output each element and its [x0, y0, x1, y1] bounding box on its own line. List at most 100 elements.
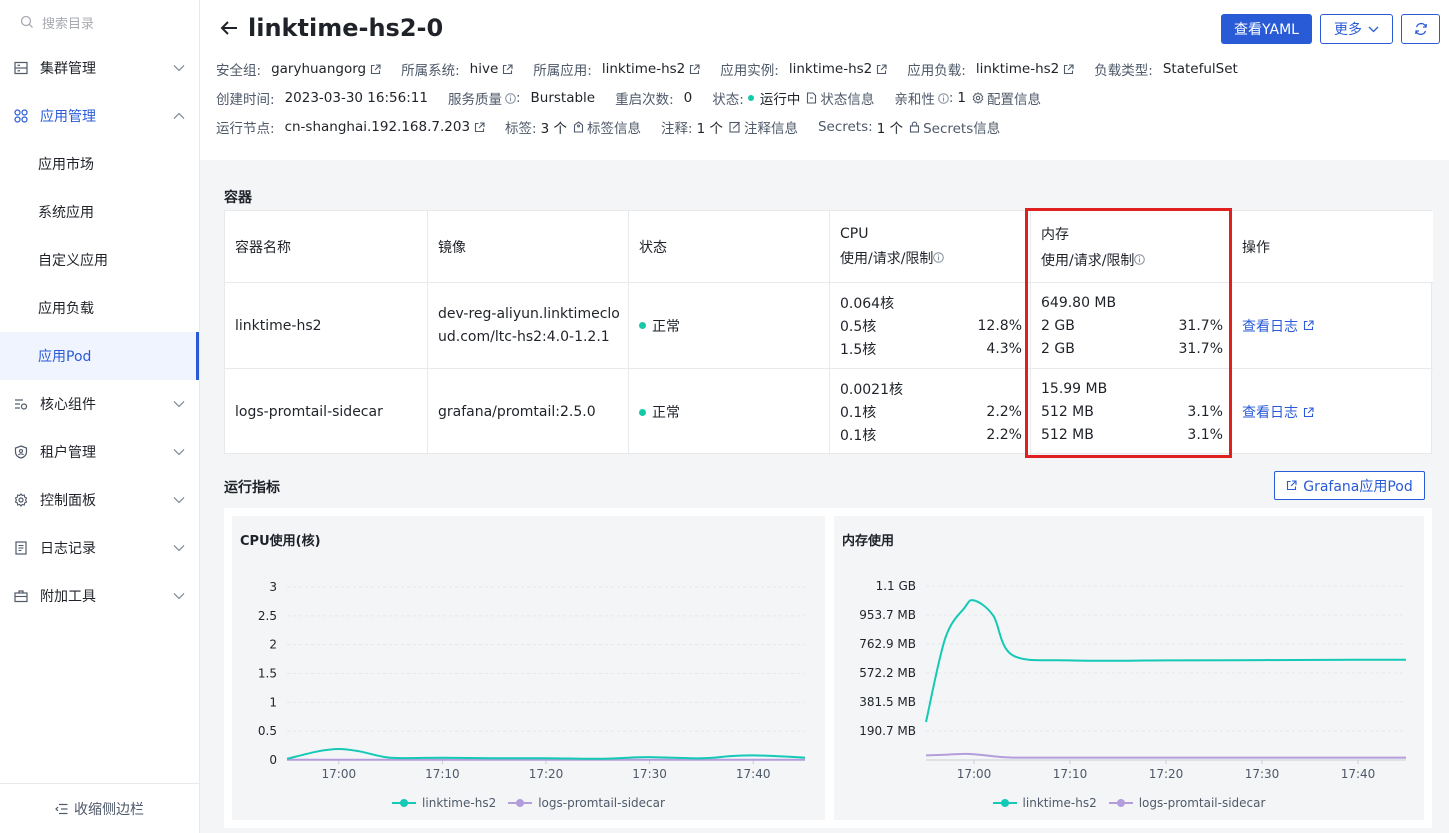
y-tick-label: 2.5: [258, 609, 277, 623]
status-dot: [639, 408, 646, 416]
collapse-sidebar-button[interactable]: 收缩侧边栏: [0, 783, 199, 833]
nav-label: 租户管理: [40, 445, 96, 461]
state-info-label: 状态信息: [820, 92, 875, 108]
col-header-ops: 操作: [1232, 211, 1433, 283]
legend-item[interactable]: logs-promtail-sidecar: [508, 796, 665, 810]
notes-info-label: 注释信息: [743, 121, 798, 137]
sub-custom-apps[interactable]: 自定义应用: [0, 236, 199, 284]
mem-usage-line: 15.99 MB: [1041, 378, 1231, 401]
back-arrow-icon[interactable]: [220, 20, 238, 36]
meta-value[interactable]: hive: [470, 61, 499, 77]
meta-value[interactable]: linktime-hs2: [789, 61, 872, 77]
meta-value: 3 个: [540, 121, 567, 137]
cpu-request: 0.5核: [840, 318, 877, 335]
y-tick-label: 572.2 MB: [859, 666, 916, 680]
x-tick-label: 17:20: [529, 767, 564, 781]
legend-item[interactable]: linktime-hs2: [392, 796, 496, 810]
more-button[interactable]: 更多: [1320, 14, 1393, 44]
nav-apps[interactable]: 应用管理: [0, 92, 199, 140]
meta-value[interactable]: linktime-hs2: [602, 61, 685, 77]
view-logs-link[interactable]: 查看日志: [1242, 316, 1314, 336]
cpu-chart-panel: CPU使用(核) 0 0.5 1 1.5 2 2.5 3 17:00 17:10 17:20 17:…: [232, 516, 825, 820]
affinity-info-link[interactable]: 配置信息: [972, 88, 1041, 108]
cell-status: 正常: [629, 283, 830, 369]
mem-request: 512 MB: [1041, 404, 1094, 420]
containers-section-title: 容器: [224, 190, 252, 206]
cpu-request-pct: 2.2%: [986, 404, 1022, 420]
meta-value[interactable]: garyhuangorg: [271, 61, 366, 77]
external-link-icon[interactable]: [876, 63, 887, 75]
external-link-icon: [1286, 480, 1297, 491]
external-link-icon[interactable]: [474, 121, 485, 133]
mem-limit-pct: 31.7%: [1178, 340, 1223, 357]
meta-instance: 应用实例: linktime-hs2: [720, 59, 887, 79]
nav-components[interactable]: 核心组件: [0, 380, 199, 428]
meta-value[interactable]: cn-shanghai.192.168.7.203: [285, 119, 470, 135]
external-link-icon[interactable]: [1063, 63, 1074, 75]
col-header-sub-label: 使用/请求/限制: [840, 250, 934, 267]
meta-restarts: 重启次数: 0: [615, 88, 692, 108]
sidebar-search[interactable]: 搜索目录: [0, 0, 199, 44]
toolbox-icon: [14, 589, 30, 603]
page-header: linktime-hs2-0 查看YAML 更多 安全组: garyhuango…: [200, 0, 1449, 160]
nav-dashboard[interactable]: 控制面板: [0, 476, 199, 524]
meta-value[interactable]: linktime-hs2: [976, 61, 1059, 77]
apps-icon: [14, 109, 30, 123]
cell-image: dev-reg-aliyun.linktimecloud.com/ltc-hs2…: [428, 283, 629, 369]
affinity-info-label: 配置信息: [986, 92, 1041, 108]
state-info-link[interactable]: 状态信息: [806, 88, 874, 108]
col-header-sub: 使用/请求/限制: [1041, 250, 1231, 270]
external-link-icon: [1303, 320, 1314, 331]
meta-key: 状态:: [712, 92, 744, 108]
info-icon[interactable]: [1134, 254, 1146, 265]
labels-info-link[interactable]: 标签信息: [573, 117, 641, 137]
nav-label: 附加工具: [40, 589, 96, 605]
secrets-info-link[interactable]: Secrets信息: [909, 117, 1000, 137]
meta-secrets: Secrets: 1 个 Secrets信息: [818, 117, 1000, 137]
nav-cluster[interactable]: 集群管理: [0, 44, 199, 92]
cpu-usage: 0.0021核: [840, 382, 903, 398]
info-icon[interactable]: [938, 92, 949, 104]
legend-label: logs-promtail-sidecar: [538, 796, 665, 810]
mem-usage: 649.80 MB: [1041, 294, 1117, 311]
legend-item[interactable]: linktime-hs2: [992, 796, 1097, 810]
legend-item[interactable]: logs-promtail-sidecar: [1108, 796, 1265, 810]
view-yaml-button[interactable]: 查看YAML: [1221, 14, 1312, 44]
sub-app-workloads[interactable]: 应用负载: [0, 284, 199, 332]
refresh-button[interactable]: [1401, 14, 1440, 44]
mem-request-line: 2 GB 31.7%: [1041, 314, 1231, 337]
mem-limit-pct: 3.1%: [1187, 427, 1223, 443]
document-icon: [14, 541, 30, 555]
cpu-limit: 1.5核: [840, 341, 877, 358]
meta-key: 负载类型:: [1094, 63, 1153, 79]
external-link-icon[interactable]: [370, 63, 381, 75]
sub-app-pod[interactable]: 应用Pod: [0, 332, 199, 380]
cell-memory: 649.80 MB 2 GB 31.7% 2 GB 31.7%: [1031, 283, 1232, 369]
cell-memory: 15.99 MB 512 MB 3.1% 512 MB 3.1%: [1031, 369, 1232, 455]
sub-system-apps[interactable]: 系统应用: [0, 188, 199, 236]
document-icon: [806, 92, 817, 104]
metrics-section-title: 运行指标: [224, 480, 280, 496]
x-tick-label: 17:40: [736, 767, 771, 781]
info-icon[interactable]: [505, 92, 516, 104]
col-header-status: 状态: [629, 211, 830, 283]
nav-tenant[interactable]: 租户管理: [0, 428, 199, 476]
meta-workload: 应用负载: linktime-hs2: [907, 59, 1074, 79]
mem-limit: 2 GB: [1041, 340, 1075, 357]
nav-tools[interactable]: 附加工具: [0, 572, 199, 620]
series-line: [286, 747, 806, 760]
view-logs-link[interactable]: 查看日志: [1242, 402, 1314, 422]
server-icon: [14, 61, 30, 75]
external-link-icon[interactable]: [689, 63, 700, 75]
grafana-pod-button[interactable]: Grafana应用Pod: [1274, 471, 1425, 500]
meta-notes: 注释: 1 个 注释信息: [661, 117, 798, 137]
info-icon[interactable]: [933, 252, 945, 263]
cpu-usage-line: 0.064核: [840, 291, 1030, 314]
nav-logs[interactable]: 日志记录: [0, 524, 199, 572]
sub-app-market[interactable]: 应用市场: [0, 140, 199, 188]
edit-note-icon: [729, 121, 741, 133]
col-header-memory: 内存 使用/请求/限制: [1031, 211, 1232, 283]
notes-info-link[interactable]: 注释信息: [729, 117, 798, 137]
external-link-icon[interactable]: [502, 63, 513, 75]
page-title: linktime-hs2-0: [248, 14, 444, 42]
